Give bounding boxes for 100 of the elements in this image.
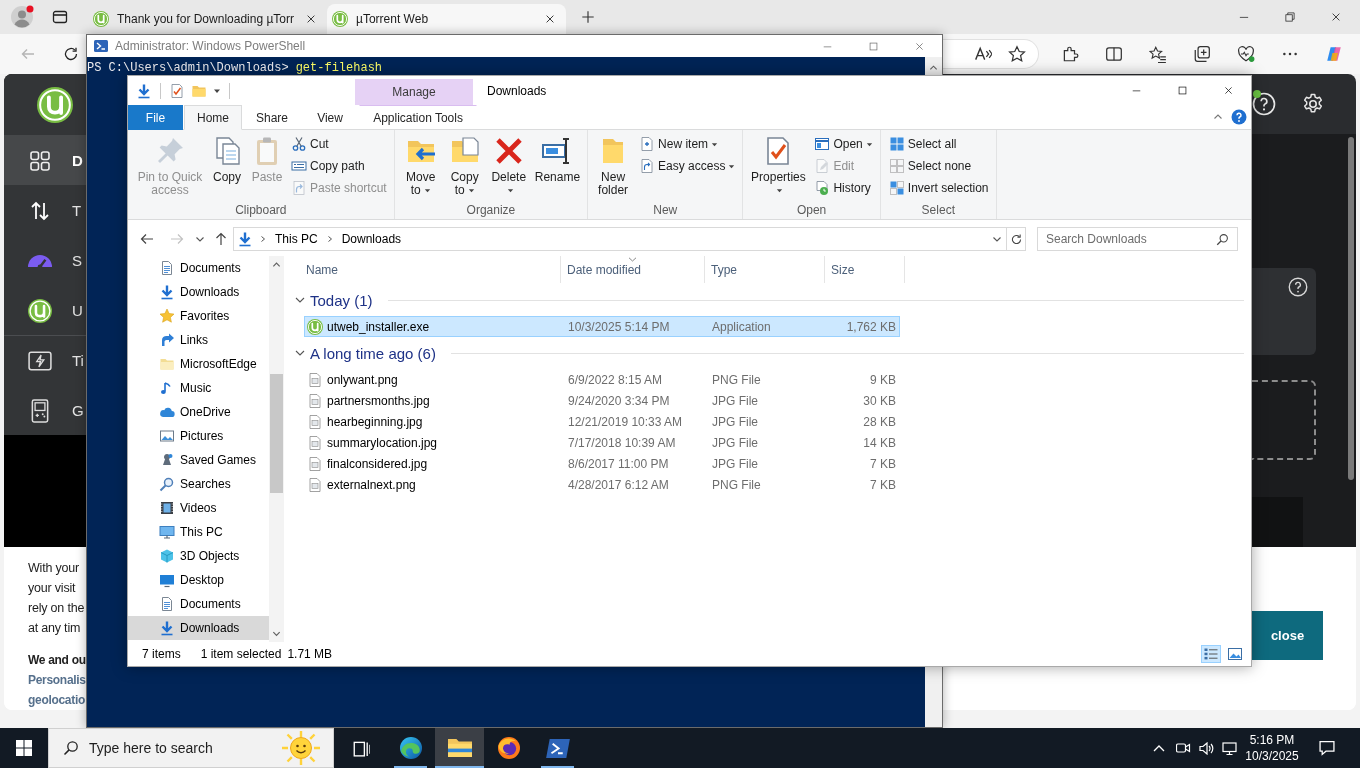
nav-item[interactable]: Links (128, 328, 269, 352)
collections-icon[interactable] (1193, 45, 1211, 63)
search-input[interactable]: Search Downloads (1046, 230, 1212, 248)
help-icon[interactable] (1252, 92, 1276, 116)
nav-item[interactable]: This PC (128, 520, 269, 544)
sidebar-item[interactable]: G (4, 385, 86, 435)
sidebar-item[interactable]: D (4, 135, 86, 185)
restore-icon[interactable] (1284, 11, 1296, 23)
checklist-icon[interactable] (169, 82, 185, 99)
column-header[interactable]: Name (298, 256, 561, 283)
network-icon[interactable] (1222, 741, 1237, 755)
close-button[interactable]: close (1252, 611, 1323, 660)
windows-start-icon[interactable] (16, 740, 32, 756)
nav-item[interactable]: Pictures (128, 424, 269, 448)
details-view-icon[interactable] (1201, 645, 1221, 663)
download-arrow-icon[interactable] (136, 82, 152, 99)
close-icon[interactable] (544, 13, 556, 25)
ribbon-button[interactable]: New item (636, 133, 739, 155)
ribbon-button[interactable]: Rename (531, 133, 584, 186)
nav-item[interactable]: Downloads (128, 280, 269, 304)
ribbon-tab[interactable]: Share (243, 105, 302, 130)
group-header[interactable]: Today (1) (310, 291, 373, 309)
scrollbar[interactable] (269, 256, 284, 642)
taskbar-button[interactable] (435, 728, 484, 768)
maximize-icon[interactable] (867, 40, 879, 52)
refresh-icon[interactable] (63, 46, 79, 62)
file-row[interactable]: summarylocation.jpg 7/17/2018 10:39 AM JPG File 14 KB (304, 432, 900, 453)
ribbon-button[interactable]: Copy to (443, 133, 486, 199)
new-tab-icon[interactable] (581, 10, 595, 24)
ribbon-button[interactable]: Open (811, 133, 876, 155)
nav-item[interactable]: Music (128, 376, 269, 400)
column-header[interactable]: Type (705, 256, 825, 283)
ribbon-button[interactable]: Copy path (288, 155, 390, 177)
chevron-down-icon[interactable] (195, 234, 205, 244)
ribbon-button[interactable]: Copy (208, 133, 246, 186)
scroll-up-icon[interactable] (272, 260, 281, 269)
breadcrumb[interactable]: This PC (273, 232, 320, 246)
clock-time[interactable]: 5:16 PM (1249, 733, 1295, 747)
ribbon-button[interactable]: History (811, 177, 876, 199)
ribbon-button[interactable]: Easy access (636, 155, 739, 177)
file-row[interactable]: partnersmonths.jpg 9/24/2020 3:34 PM JPG File 30 KB (304, 390, 900, 411)
purpose-link[interactable]: geolocatio (28, 690, 86, 710)
refresh-button[interactable] (1007, 227, 1026, 251)
maximize-icon[interactable] (1176, 85, 1188, 96)
search-box[interactable]: Type here to search (48, 728, 334, 768)
ribbon-button[interactable]: Delete (487, 133, 530, 199)
file-row[interactable]: utweb_installer.exe 10/3/2025 5:14 PM Application 1,762 KB (304, 316, 900, 337)
scrollbar-thumb[interactable] (1348, 137, 1354, 480)
breadcrumb[interactable]: Downloads (339, 232, 404, 246)
nav-item[interactable]: Documents (128, 592, 269, 616)
chevron-down-icon[interactable] (992, 234, 1002, 244)
ribbon-tab[interactable]: File (128, 105, 183, 130)
file-row[interactable]: onlywant.png 6/9/2022 8:15 AM PNG File 9 KB (304, 369, 900, 390)
up-arrow-icon[interactable] (213, 231, 229, 247)
ribbon-button[interactable]: Select all (885, 133, 992, 155)
favorites-icon[interactable] (1149, 45, 1167, 63)
clock-date[interactable]: 10/3/2025 (1245, 749, 1299, 763)
nav-item[interactable]: MicrosoftEdge (128, 352, 269, 376)
search-input[interactable]: Type here to search (89, 738, 271, 758)
purpose-link[interactable]: Personalis (28, 670, 86, 690)
ribbon-button[interactable]: Move to (399, 133, 442, 199)
nav-item[interactable]: Favorites (128, 304, 269, 328)
file-row[interactable]: hearbeginning.jpg 12/21/2019 10:33 AM JPG File 28 KB (304, 411, 900, 432)
scroll-up-icon[interactable] (929, 63, 938, 72)
browser-tab[interactable]: µTorrent Web (327, 4, 566, 34)
search-box[interactable]: Search Downloads (1037, 227, 1238, 251)
nav-item[interactable]: Downloads (128, 616, 269, 640)
split-screen-icon[interactable] (1105, 45, 1123, 63)
close-icon[interactable] (1222, 85, 1234, 96)
sidebar-item[interactable]: S (4, 235, 86, 285)
speaker-icon[interactable] (1199, 741, 1214, 755)
puzzle-icon[interactable] (1061, 45, 1079, 63)
nav-item[interactable]: Searches (128, 472, 269, 496)
camera-icon[interactable] (1175, 743, 1191, 753)
chevron-up-icon[interactable] (1153, 744, 1165, 752)
nav-item[interactable]: Videos (128, 496, 269, 520)
sidebar-item[interactable]: T (4, 185, 86, 235)
nav-item[interactable]: Documents (128, 256, 269, 280)
nav-item[interactable]: 3D Objects (128, 544, 269, 568)
browser-tab[interactable]: Thank you for Downloading µTorr (88, 4, 327, 34)
column-header[interactable]: Date modified (561, 256, 705, 283)
ribbon-tab[interactable]: Home (184, 105, 242, 130)
tab-actions-icon[interactable] (52, 9, 68, 25)
large-icons-view-icon[interactable] (1225, 645, 1245, 663)
scrollbar-thumb[interactable] (270, 374, 283, 493)
file-row[interactable]: externalnext.png 4/28/2017 6:12 AM PNG File 7 KB (304, 474, 900, 495)
read-aloud-icon[interactable] (974, 45, 992, 63)
copilot-logo-icon[interactable] (1325, 45, 1343, 63)
ribbon-button[interactable]: Select none (885, 155, 992, 177)
ribbon-button[interactable]: Properties (747, 133, 810, 199)
heart-pulse-icon[interactable] (1237, 45, 1255, 63)
nav-item[interactable]: Saved Games (128, 448, 269, 472)
address-field[interactable]: This PC Downloads (233, 227, 1007, 251)
group-header[interactable]: A long time ago (6) (310, 344, 436, 362)
close-icon[interactable] (1330, 11, 1342, 23)
close-icon[interactable] (305, 13, 317, 25)
ribbon-tab[interactable]: View (302, 105, 359, 130)
chevron-down-icon[interactable] (295, 348, 305, 358)
chevron-down-icon[interactable] (295, 295, 305, 305)
ribbon-button[interactable]: Invert selection (885, 177, 992, 199)
